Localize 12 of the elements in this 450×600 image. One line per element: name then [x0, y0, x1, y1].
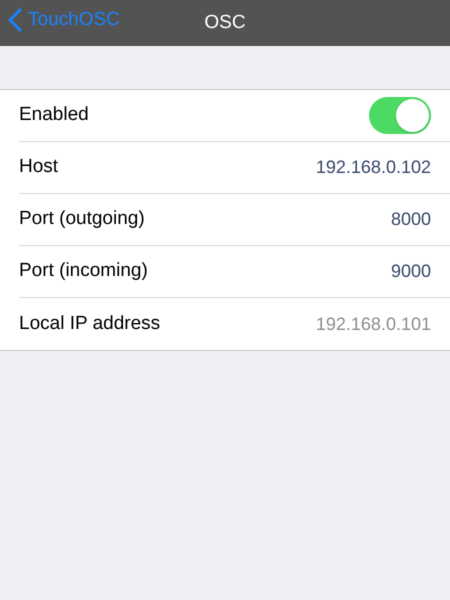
back-chevron-icon — [8, 8, 22, 32]
setting-label: Enabled — [19, 103, 89, 128]
toggle-switch[interactable] — [369, 97, 431, 134]
setting-label: Port (outgoing) — [19, 207, 145, 232]
setting-value[interactable]: 192.168.0.102 — [316, 154, 431, 181]
setting-value: 192.168.0.101 — [316, 312, 431, 336]
setting-label: Local IP address — [19, 312, 160, 336]
setting-label: Port (incoming) — [19, 259, 148, 284]
nav-title: OSC — [204, 10, 246, 35]
setting-label: Host — [19, 155, 58, 180]
setting-value[interactable]: 9000 — [390, 258, 431, 285]
setting-value[interactable]: 8000 — [390, 206, 431, 233]
